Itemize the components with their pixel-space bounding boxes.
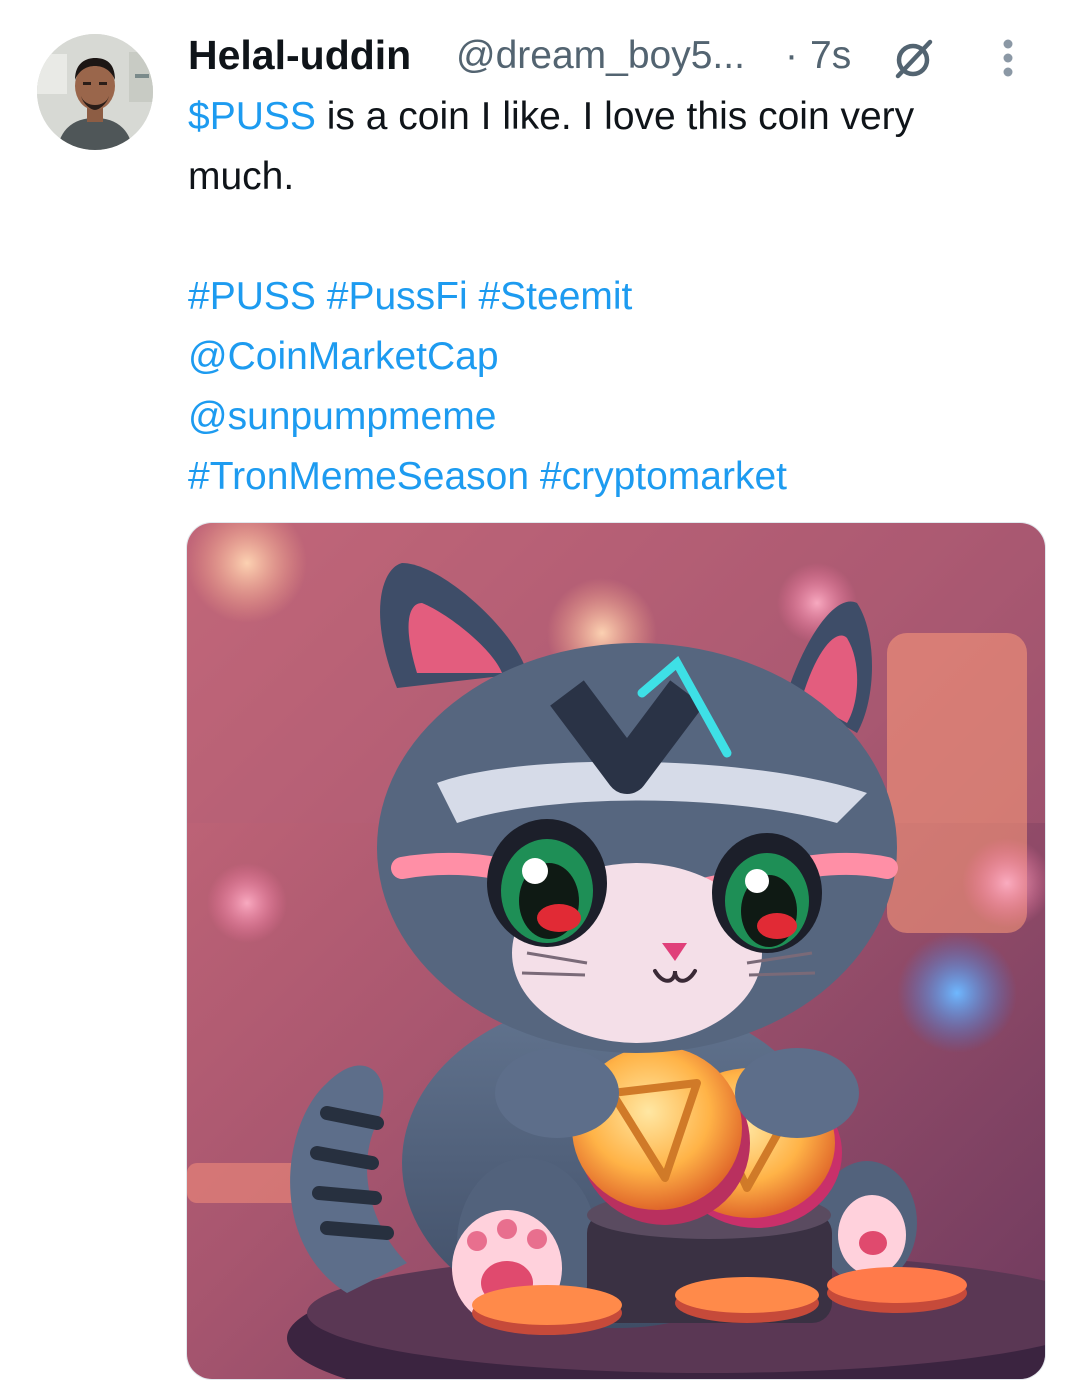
tweet-text: $PUSS is a coin I like. I love this coin… <box>188 87 1048 507</box>
hashtag-link[interactable]: #TronMemeSeason <box>188 455 529 498</box>
mention-link[interactable]: @sunpumpmeme <box>188 395 496 438</box>
tag-line: @CoinMarketCap <box>188 327 1048 387</box>
avatar-image <box>37 34 153 150</box>
grok-icon[interactable] <box>890 36 936 82</box>
hashtag-link[interactable]: #Steemit <box>478 275 632 318</box>
tweet-line-text: is a coin I like. I love this coin very <box>315 95 915 138</box>
tag-line: @sunpumpmeme <box>188 387 1048 447</box>
hashtag-link[interactable]: #PussFi <box>327 275 468 318</box>
tag-line: #TronMemeSeason #cryptomarket <box>188 447 1048 507</box>
more-vertical-icon[interactable] <box>998 38 1018 80</box>
mention-link[interactable]: @CoinMarketCap <box>188 335 499 378</box>
author-name[interactable]: Helal-uddin <box>188 32 411 79</box>
tag-line: #PUSS #PussFi #Steemit <box>188 267 1048 327</box>
hashtag-link[interactable]: #cryptomarket <box>540 455 787 498</box>
hashtag-link[interactable]: #PUSS <box>188 275 316 318</box>
author-handle[interactable]: @dream_boy5... <box>456 34 745 78</box>
separator-dot: · <box>785 34 798 77</box>
tweet-line: much. <box>188 147 1048 207</box>
cat-coins-image <box>187 523 1045 1379</box>
tweet-line: $PUSS is a coin I like. I love this coin… <box>188 87 1048 147</box>
tweet-line-text: much. <box>188 155 295 198</box>
avatar[interactable] <box>37 34 153 150</box>
timestamp[interactable]: 7s <box>810 34 851 78</box>
cashtag-link[interactable]: $PUSS <box>188 95 316 138</box>
tweet-media[interactable] <box>186 522 1046 1380</box>
tweet-header: Helal-uddin @dream_boy5... · 7s <box>188 28 1048 80</box>
